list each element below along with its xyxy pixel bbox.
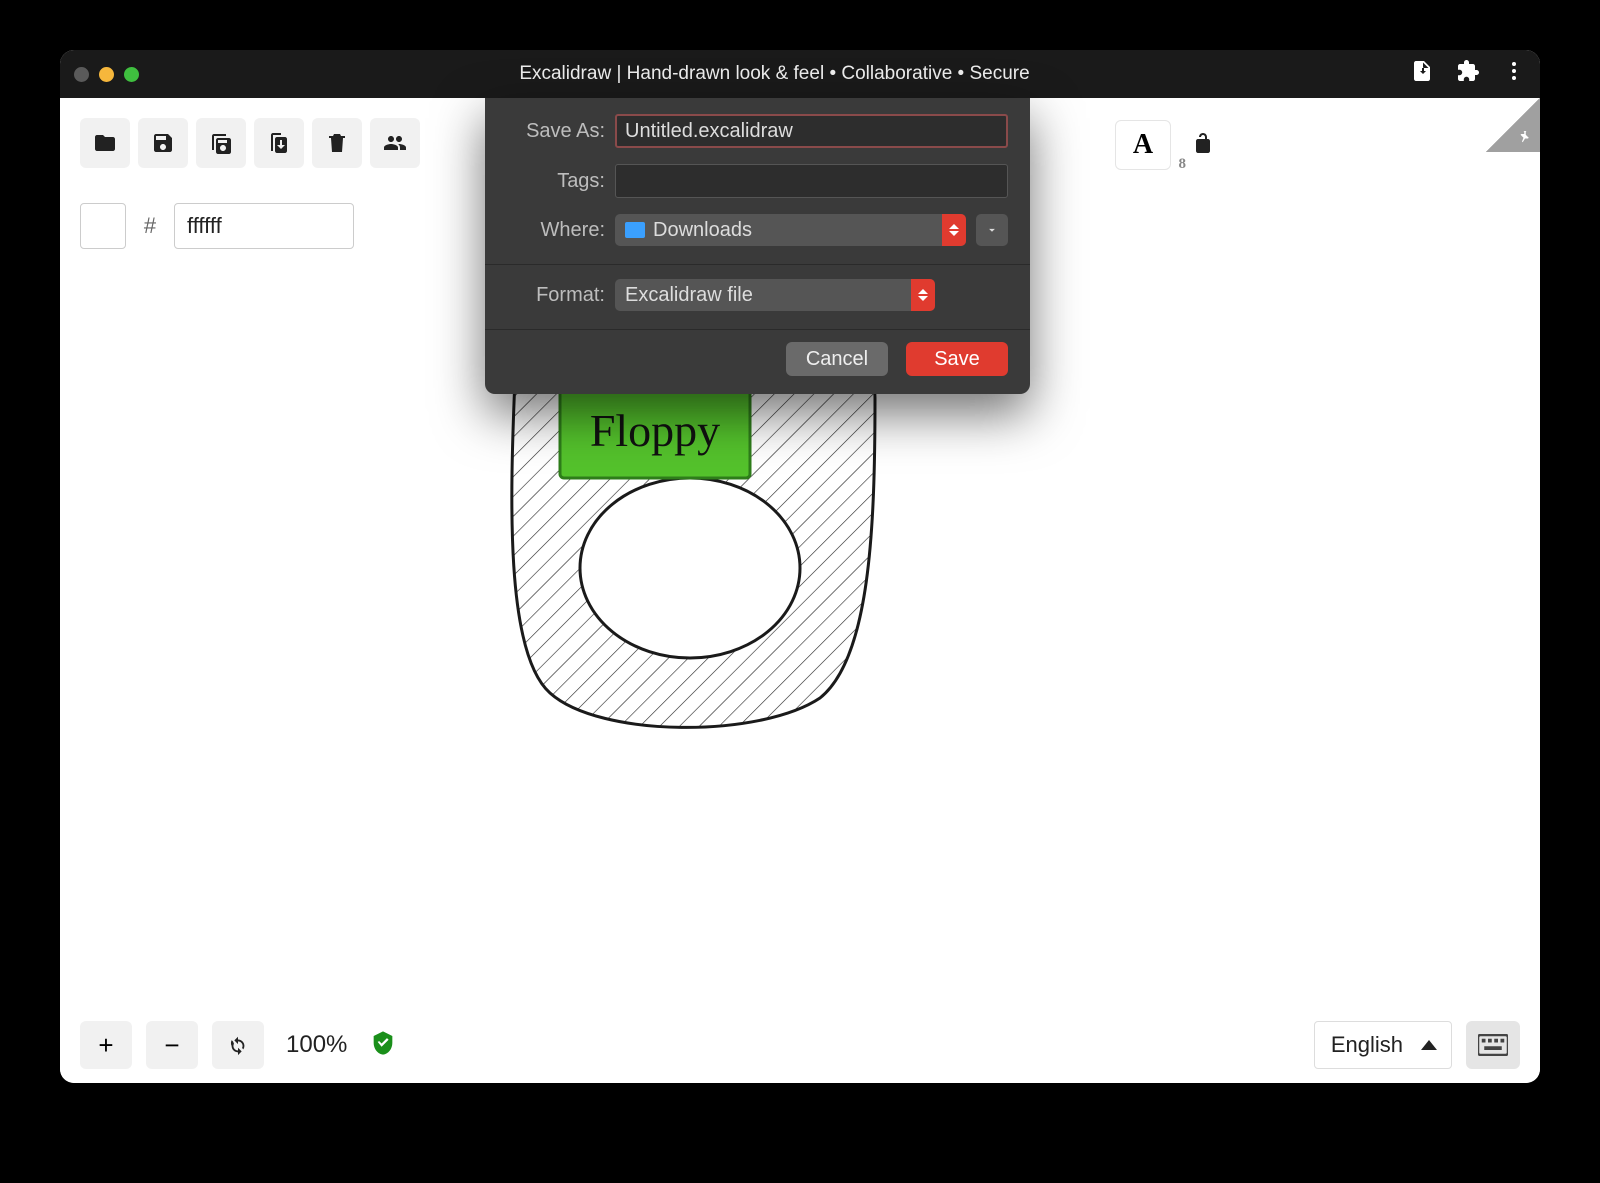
encryption-shield-icon[interactable] bbox=[369, 1029, 397, 1062]
extensions-icon[interactable] bbox=[1456, 59, 1480, 89]
dialog-cancel-button[interactable]: Cancel bbox=[786, 342, 888, 376]
collaborate-button[interactable] bbox=[370, 118, 420, 168]
save-as-input[interactable] bbox=[615, 114, 1008, 148]
where-value: Downloads bbox=[653, 219, 752, 242]
stepper-icon bbox=[942, 214, 966, 246]
language-select[interactable]: English bbox=[1314, 1021, 1452, 1069]
window-minimize-button[interactable] bbox=[99, 67, 114, 82]
color-hex-input[interactable] bbox=[174, 203, 354, 249]
zoom-level: 100% bbox=[278, 1031, 355, 1059]
window-titlebar: Excalidraw | Hand-drawn look & feel • Co… bbox=[60, 50, 1540, 98]
export-button[interactable] bbox=[254, 118, 304, 168]
text-tool-shortcut-badge: 8 bbox=[1179, 156, 1187, 173]
kebab-menu-icon[interactable] bbox=[1502, 59, 1526, 89]
open-button[interactable] bbox=[80, 118, 130, 168]
format-value: Excalidraw file bbox=[625, 284, 753, 307]
bottom-toolbar: + − 100% English bbox=[80, 1021, 1520, 1069]
install-app-icon[interactable] bbox=[1410, 59, 1434, 89]
zoom-in-button[interactable]: + bbox=[80, 1021, 132, 1069]
text-tool-button[interactable]: A 8 bbox=[1115, 120, 1171, 170]
save-as-label: Save As: bbox=[507, 120, 605, 143]
expand-locations-button[interactable] bbox=[976, 214, 1008, 246]
shape-toolbar-right: A 8 bbox=[1115, 120, 1215, 170]
zoom-out-button[interactable]: − bbox=[146, 1021, 198, 1069]
keyboard-shortcuts-button[interactable] bbox=[1466, 1021, 1520, 1069]
dialog-divider-2 bbox=[485, 329, 1030, 330]
reset-zoom-button[interactable] bbox=[212, 1021, 264, 1069]
dialog-divider bbox=[485, 264, 1030, 265]
titlebar-actions bbox=[1410, 59, 1526, 89]
save-as-button[interactable] bbox=[196, 118, 246, 168]
drawing-sticky-text: Floppy bbox=[590, 405, 720, 456]
github-corner[interactable] bbox=[1486, 98, 1540, 152]
tags-label: Tags: bbox=[507, 170, 605, 193]
caret-up-icon bbox=[1421, 1040, 1437, 1050]
background-color-picker: # bbox=[80, 203, 354, 249]
save-button[interactable] bbox=[138, 118, 188, 168]
format-select[interactable]: Excalidraw file bbox=[615, 279, 935, 311]
app-window: Excalidraw | Hand-drawn look & feel • Co… bbox=[60, 50, 1540, 1083]
tags-input[interactable] bbox=[615, 164, 1008, 198]
folder-icon bbox=[625, 222, 645, 238]
lock-toggle[interactable] bbox=[1191, 131, 1215, 160]
text-tool-label: A bbox=[1133, 129, 1153, 161]
color-hash-label: # bbox=[136, 213, 164, 239]
traffic-lights bbox=[74, 67, 139, 82]
where-label: Where: bbox=[507, 219, 605, 242]
stepper-icon bbox=[911, 279, 935, 311]
language-value: English bbox=[1331, 1032, 1403, 1058]
window-title: Excalidraw | Hand-drawn look & feel • Co… bbox=[139, 63, 1410, 85]
pin-icon bbox=[1516, 128, 1534, 146]
save-dialog: Save As: Tags: Where: Downloads bbox=[485, 98, 1030, 394]
dialog-save-button[interactable]: Save bbox=[906, 342, 1008, 376]
clear-canvas-button[interactable] bbox=[312, 118, 362, 168]
format-label: Format: bbox=[507, 284, 605, 307]
color-swatch[interactable] bbox=[80, 203, 126, 249]
file-toolbar bbox=[80, 118, 420, 168]
app-content: Floppy A bbox=[60, 98, 1540, 1083]
window-close-button[interactable] bbox=[74, 67, 89, 82]
where-select[interactable]: Downloads bbox=[615, 214, 966, 246]
window-zoom-button[interactable] bbox=[124, 67, 139, 82]
